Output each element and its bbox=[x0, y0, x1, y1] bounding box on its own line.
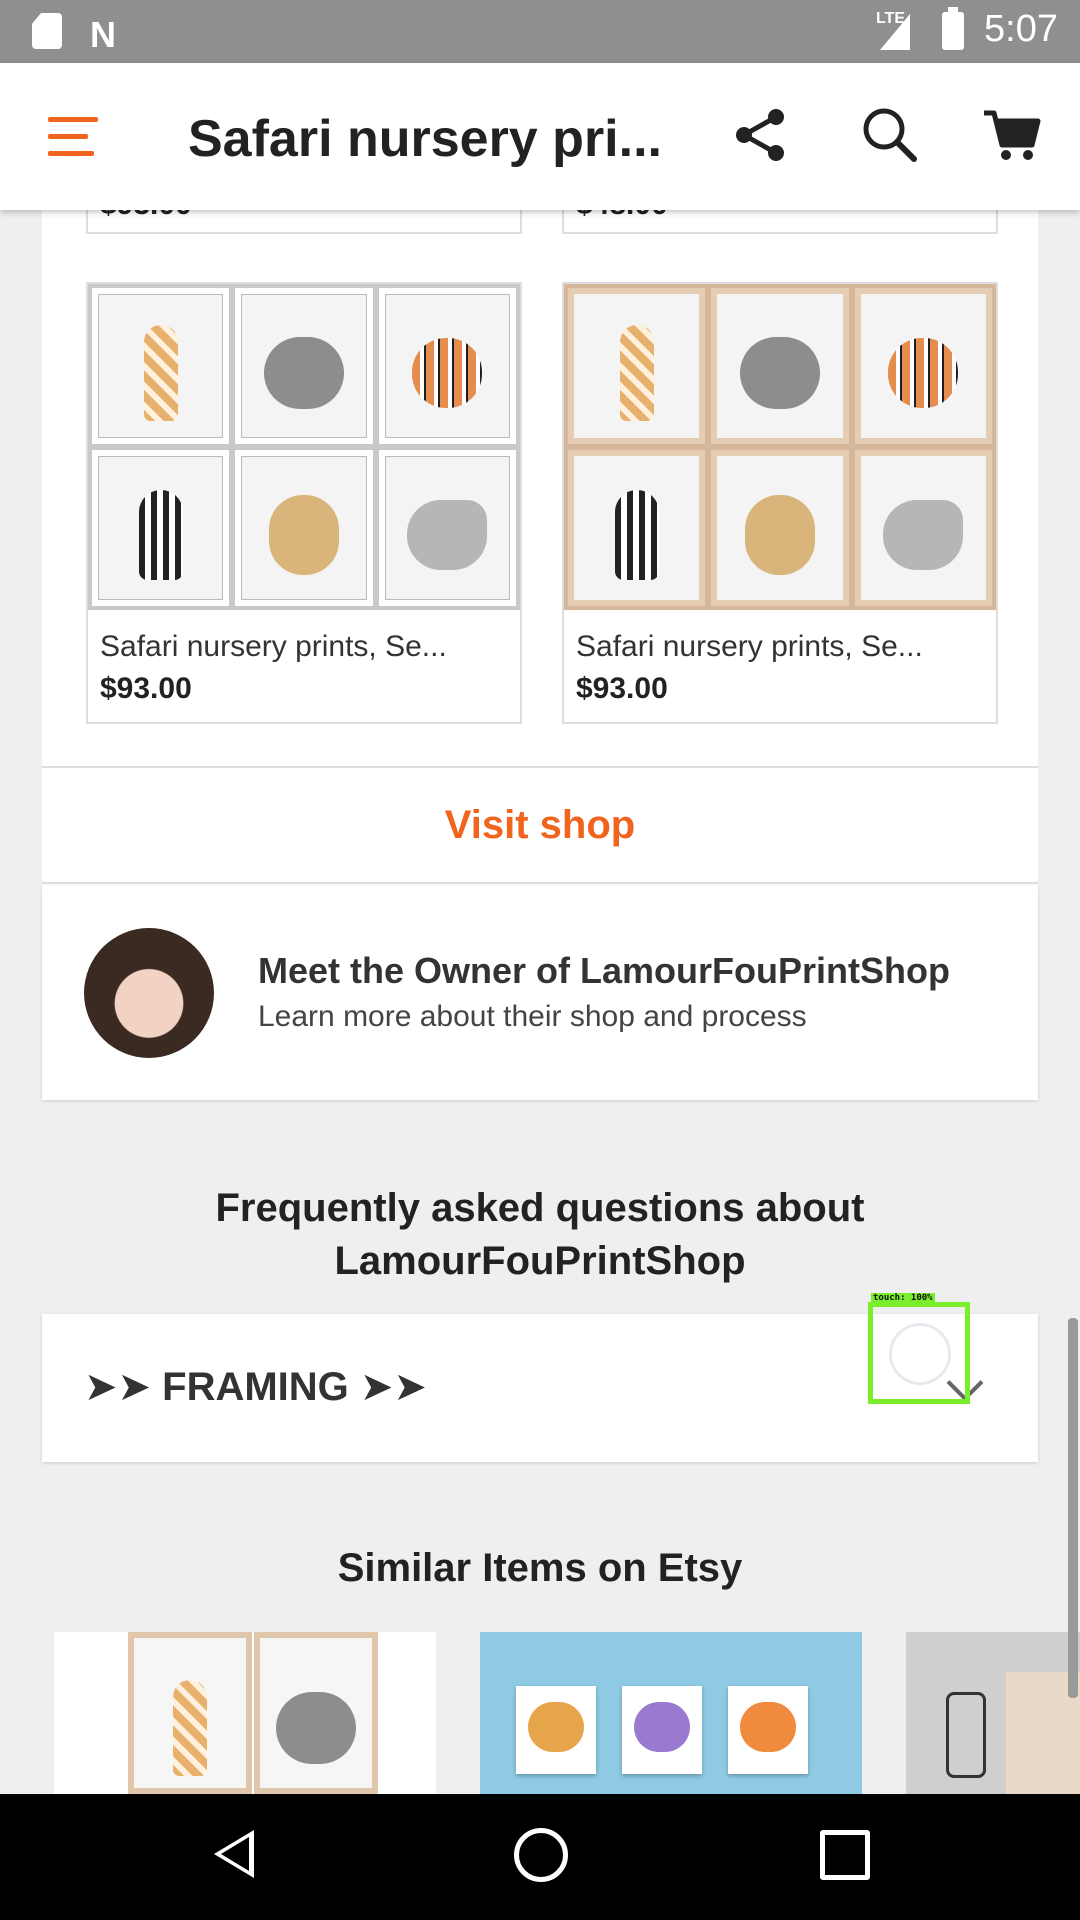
status-bar: N LTE 5:07 bbox=[0, 0, 1080, 63]
listing-card-partial[interactable]: $48.00 bbox=[562, 210, 998, 234]
listing-image bbox=[564, 284, 996, 610]
listing-price: $93.00 bbox=[576, 672, 668, 705]
home-icon[interactable] bbox=[514, 1828, 568, 1882]
share-icon[interactable] bbox=[730, 103, 794, 167]
listing-info: Safari nursery prints, Se... $93.00 bbox=[564, 610, 996, 722]
similar-item-card[interactable] bbox=[906, 1632, 1080, 1794]
visit-shop-label: Visit shop bbox=[444, 802, 636, 847]
meet-owner-card[interactable]: Meet the Owner of LamourFouPrintShop Lea… bbox=[42, 886, 1038, 1100]
listing-card[interactable]: Safari nursery prints, Se... $93.00 bbox=[562, 282, 998, 724]
listing-price: $93.00 bbox=[100, 672, 192, 705]
page-title: Safari nursery pri... bbox=[188, 110, 662, 168]
listing-image bbox=[88, 284, 520, 610]
clock: 5:07 bbox=[984, 8, 1058, 50]
menu-icon[interactable] bbox=[48, 117, 98, 157]
owner-subtitle: Learn more about their shop and process bbox=[258, 1000, 807, 1033]
divider bbox=[42, 882, 1038, 884]
listing-title: Safari nursery prints, Se... bbox=[576, 630, 923, 663]
touch-marker bbox=[868, 1302, 970, 1404]
navigation-bar bbox=[0, 1794, 1080, 1920]
network-type: LTE bbox=[876, 10, 906, 27]
avatar bbox=[84, 928, 214, 1058]
scroll-content[interactable]: $93.00 $48.00 Safari nursery prints, Se.… bbox=[0, 210, 1080, 1794]
faq-heading-text: Frequently asked questions about LamourF… bbox=[215, 1186, 865, 1283]
visit-shop-button[interactable]: Visit shop bbox=[42, 768, 1038, 882]
similar-item-card[interactable] bbox=[480, 1632, 862, 1794]
recents-icon[interactable] bbox=[820, 1830, 870, 1880]
scrollbar[interactable] bbox=[1068, 1318, 1078, 1698]
cart-icon[interactable] bbox=[980, 103, 1044, 167]
battery-icon bbox=[942, 7, 964, 50]
notification-icon: N bbox=[90, 14, 116, 55]
search-icon[interactable] bbox=[858, 103, 922, 167]
listing-card-partial[interactable]: $93.00 bbox=[86, 210, 522, 234]
similar-item-card[interactable] bbox=[54, 1632, 436, 1794]
faq-item-label: ➤➤ FRAMING ➤➤ bbox=[84, 1365, 427, 1409]
listing-price: $48.00 bbox=[576, 210, 668, 222]
faq-heading: Frequently asked questions about LamourF… bbox=[0, 1182, 1080, 1288]
app-bar: Safari nursery pri... bbox=[0, 63, 1080, 210]
listing-info: Safari nursery prints, Se... $93.00 bbox=[88, 610, 520, 722]
sd-card-icon bbox=[32, 13, 62, 49]
back-icon[interactable] bbox=[214, 1830, 254, 1878]
similar-items-heading: Similar Items on Etsy bbox=[337, 1546, 743, 1590]
listing-card[interactable]: Safari nursery prints, Se... $93.00 bbox=[86, 282, 522, 724]
owner-title: Meet the Owner of LamourFouPrintShop bbox=[258, 950, 950, 991]
listing-title: Safari nursery prints, Se... bbox=[100, 630, 447, 663]
listing-price: $93.00 bbox=[100, 210, 192, 222]
